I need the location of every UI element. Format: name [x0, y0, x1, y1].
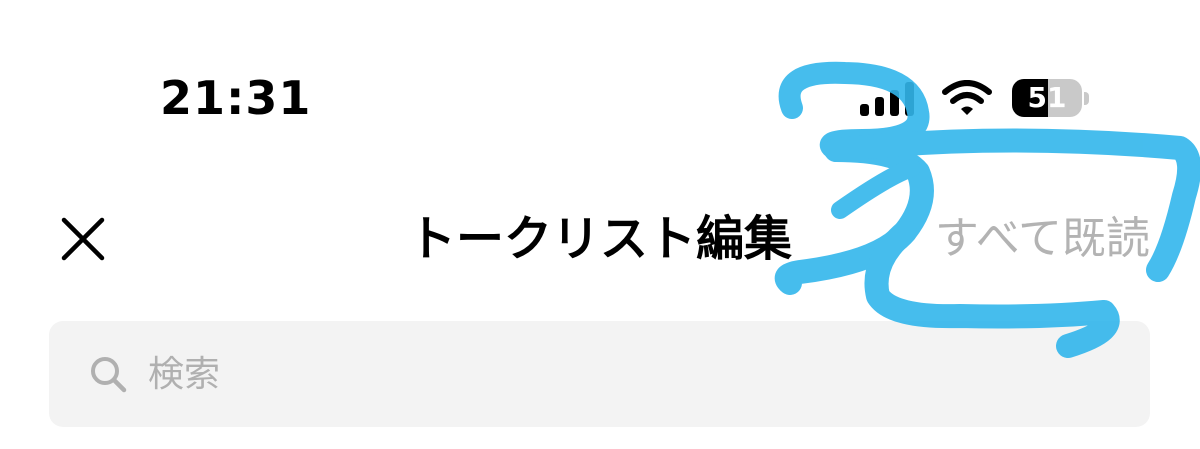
battery-body: 51 — [1012, 79, 1082, 117]
page-title: トークリスト編集 — [407, 211, 792, 267]
search-input[interactable] — [148, 344, 1108, 404]
status-time: 21:31 — [160, 71, 312, 125]
header: トークリスト編集 すべて既読 — [0, 190, 1200, 290]
status-bar: 21:31 51 — [0, 0, 1200, 150]
battery-icon: 51 — [1012, 79, 1089, 117]
mark-all-read-button[interactable]: すべて既読 — [935, 208, 1150, 270]
close-button[interactable] — [52, 208, 114, 270]
battery-level: 51 — [1027, 81, 1067, 114]
signal-icon — [860, 82, 914, 116]
wifi-icon — [942, 80, 992, 115]
search-icon — [91, 357, 127, 393]
battery-cap — [1084, 92, 1089, 105]
close-icon — [61, 217, 105, 261]
